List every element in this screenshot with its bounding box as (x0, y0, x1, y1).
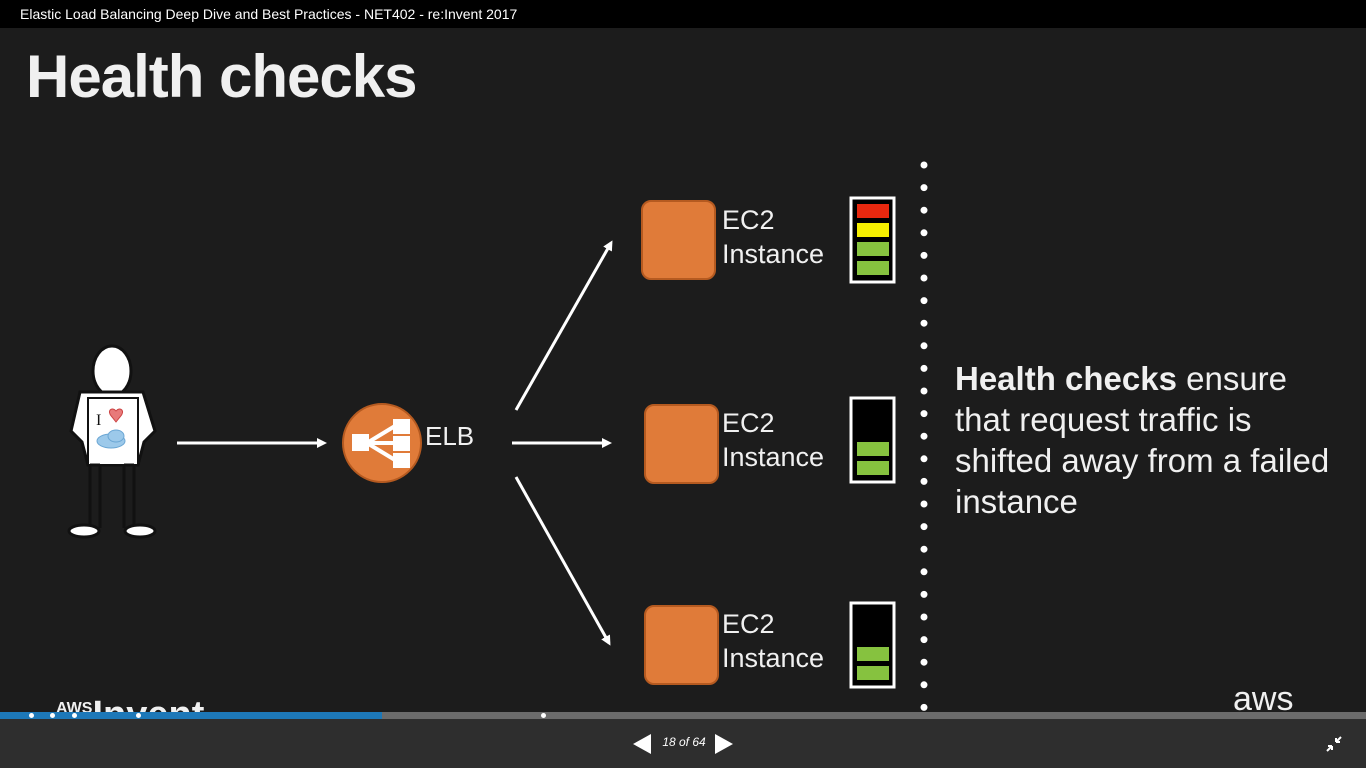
window-title: Elastic Load Balancing Deep Dive and Bes… (20, 6, 518, 22)
window-title-bar: Elastic Load Balancing Deep Dive and Bes… (0, 0, 1366, 28)
health-meter-1 (849, 196, 896, 284)
chapter-marker[interactable] (29, 713, 34, 718)
reinvent-logo-aws: AWS (56, 700, 93, 712)
ec2-instance-1-label: EC2 Instance (722, 203, 824, 271)
ec2-label-line1: EC2 (722, 408, 775, 438)
svg-text:I: I (96, 412, 101, 429)
health-segment (857, 261, 889, 275)
exit-fullscreen-icon[interactable] (1324, 734, 1344, 754)
reinvent-logo: AWSInvent (56, 694, 204, 712)
user-figure-icon: I (67, 344, 157, 539)
ec2-instance-2-label: EC2 Instance (722, 406, 824, 474)
ec2-label-line1: EC2 (722, 609, 775, 639)
ec2-instance-2-icon (644, 404, 719, 484)
slide-counter: 18 of 64 (662, 735, 706, 749)
reinvent-logo-word: Invent (92, 694, 204, 712)
ec2-label-line1: EC2 (722, 205, 775, 235)
health-segment (857, 223, 889, 237)
chapter-marker[interactable] (50, 713, 55, 718)
health-checks-callout: Health checks ensure that request traffi… (955, 358, 1335, 522)
ec2-label-line2: Instance (722, 239, 825, 269)
progress-fill (0, 712, 383, 719)
health-segment (857, 666, 889, 680)
presentation-slide: Health checks I ELB EC2 Instance EC2 Ins… (0, 28, 1366, 712)
aws-logo: aws (1233, 680, 1294, 712)
player-control-bar: 18 of 64 (0, 719, 1366, 768)
health-segment (857, 442, 889, 456)
elb-icon (342, 403, 422, 483)
chapter-marker[interactable] (541, 713, 546, 718)
next-slide-button[interactable] (715, 734, 733, 754)
ec2-instance-1-icon (641, 200, 716, 280)
health-segment (857, 647, 889, 661)
elb-label: ELB (425, 421, 475, 451)
health-meter-3 (849, 601, 896, 689)
callout-bold: Health checks (955, 360, 1177, 397)
ec2-instance-3-label: EC2 Instance (722, 607, 824, 675)
elb-to-instance-1-arrow (514, 240, 613, 411)
progress-bar[interactable] (0, 712, 1366, 719)
health-segment (857, 242, 889, 256)
ec2-label-line2: Instance (722, 643, 825, 673)
ec2-instance-3-icon (644, 605, 719, 685)
chapter-marker[interactable] (72, 713, 77, 718)
previous-slide-button[interactable] (633, 734, 651, 754)
elb-to-instance-3-arrow (514, 476, 611, 646)
health-meter-2 (849, 396, 896, 484)
ec2-label-line2: Instance (722, 442, 825, 472)
health-segment (857, 204, 889, 218)
health-segment (857, 461, 889, 475)
chapter-marker[interactable] (136, 713, 141, 718)
